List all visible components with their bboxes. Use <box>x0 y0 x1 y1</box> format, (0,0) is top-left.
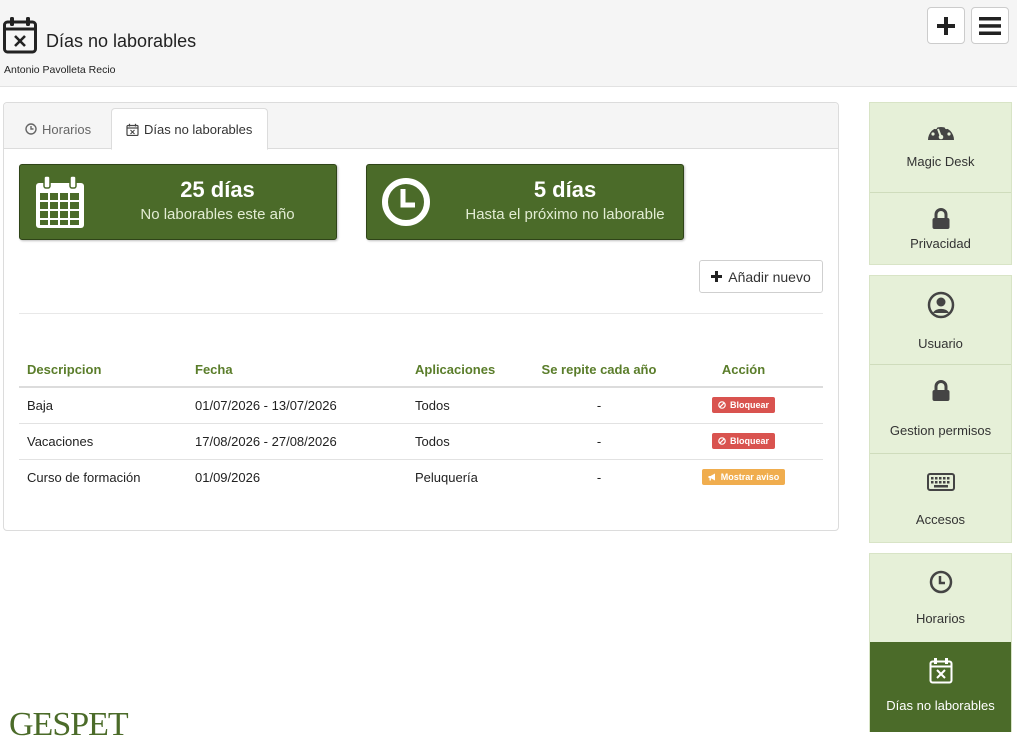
calendar-x-icon <box>3 17 37 54</box>
divider <box>19 313 823 314</box>
cell-descripcion: Vacaciones <box>19 423 187 460</box>
sidebar-item-accesos[interactable]: Accesos <box>870 454 1011 543</box>
ban-icon <box>718 401 726 410</box>
stat-card-proximo: 5 días Hasta el próximo no laborable <box>366 164 684 240</box>
stat-value: 5 días <box>533 177 597 202</box>
keyboard-icon <box>926 473 955 491</box>
plus-icon <box>937 16 955 35</box>
sidebar-item-usuario[interactable]: Usuario <box>870 276 1011 364</box>
cell-repite: - <box>534 387 664 424</box>
column-header[interactable]: Se repite cada año <box>534 353 664 388</box>
cell-aplicaciones: Peluquería <box>415 469 478 485</box>
sidebar-item-label: Magic Desk <box>906 154 975 169</box>
block-badge[interactable]: Bloquear <box>711 433 775 449</box>
cell-repite: - <box>596 469 602 485</box>
table-row: Vacaciones 17/08/2026 - 27/08/2026 Todos… <box>19 423 823 460</box>
tab-label: Horarios <box>42 121 92 137</box>
cell-accion: Mostrar aviso <box>664 459 823 495</box>
sidebar-item-label: Usuario <box>918 336 963 351</box>
sidebar-item-label: Horarios <box>915 611 966 626</box>
column-header: Acción <box>664 353 823 388</box>
clock-icon <box>382 178 430 226</box>
sidebar-item-magic-desk[interactable]: Magic Desk <box>870 103 1011 192</box>
tab-label: Días no laborables <box>144 121 253 137</box>
column-header[interactable]: Fecha <box>187 353 407 388</box>
sidebar-item-label: Accesos <box>915 512 966 527</box>
cell-accion: Bloquear <box>664 387 823 424</box>
table-row: Curso de formación 01/09/2026 Peluquería… <box>19 459 823 495</box>
cell-aplicaciones: Todos <box>407 387 534 424</box>
notice-badge[interactable]: Mostrar aviso <box>701 469 786 486</box>
column-header[interactable]: Descripcion <box>19 353 187 388</box>
stat-label: No laborables este año <box>140 206 295 223</box>
sidebar-item-gestion-permisos[interactable]: Gestion permisos <box>870 365 1011 453</box>
plus-icon <box>711 271 723 282</box>
badge-label: Bloquear <box>729 436 769 446</box>
badge-label: Mostrar aviso <box>720 472 780 483</box>
sidebar-item-horarios[interactable]: Horarios <box>870 554 1011 642</box>
sidebar-group-general: Magic Desk Privacidad <box>869 102 1012 265</box>
lock-icon <box>932 208 949 229</box>
block-badge[interactable]: Bloquear <box>711 397 775 414</box>
cell-fecha: 17/08/2026 - 27/08/2026 <box>187 423 407 460</box>
table-header-row: Descripcion Fecha Aplicaciones Se repite… <box>19 353 823 388</box>
table-row: Baja 01/07/2026 - 13/07/2026 Todos - Blo… <box>19 387 823 424</box>
cell-aplicaciones: Todos <box>407 423 534 460</box>
ban-icon <box>718 437 726 445</box>
brand-logo: GESPET <box>9 706 129 743</box>
calendar-icon <box>36 175 84 228</box>
stat-value: 25 días <box>180 177 255 202</box>
cell-descripcion: Curso de formación <box>27 469 141 485</box>
add-new-label: Añadir nuevo <box>728 268 811 285</box>
sidebar-item-label: Gestion permisos <box>889 423 992 438</box>
add-new-button[interactable]: Añadir nuevo <box>699 260 823 293</box>
cell-fecha: 01/09/2026 <box>195 469 261 485</box>
stat-card-no-laborables: 25 días No laborables este año <box>19 164 337 240</box>
calendar-x-icon <box>126 123 139 136</box>
hamburger-menu-icon <box>979 16 1001 35</box>
sidebar-group-schedule: Horarios Días no laborables <box>869 553 1012 732</box>
calendar-x-icon <box>929 658 952 684</box>
sidebar-item-dias-no-laborables[interactable]: Días no laborables <box>870 642 1011 732</box>
cell-descripcion: Baja <box>19 387 187 424</box>
user-circle-icon <box>927 291 954 319</box>
column-header[interactable]: Aplicaciones <box>407 353 534 388</box>
page-title: Días no laborables <box>46 31 197 51</box>
clock-icon <box>25 123 37 135</box>
dashboard-icon <box>927 123 954 140</box>
stat-label: Hasta el próximo no laborable <box>465 206 665 223</box>
clock-icon <box>929 570 952 594</box>
menu-button[interactable] <box>971 7 1009 44</box>
sidebar-item-privacidad[interactable]: Privacidad <box>870 193 1011 265</box>
sidebar-item-label: Días no laborables <box>886 698 995 713</box>
tab-dias-no-laborables[interactable]: Días no laborables <box>111 108 268 150</box>
add-button[interactable] <box>927 7 965 44</box>
sidebar-group-user: Usuario Gestion permisos Accesos <box>869 275 1012 543</box>
sidebar-item-label: Privacidad <box>910 236 971 251</box>
cell-repite: - <box>534 423 664 460</box>
non-working-days-table: Descripcion Fecha Aplicaciones Se repite… <box>19 353 823 495</box>
user-name: Antonio Pavolleta Recio <box>4 64 116 76</box>
page-header: Días no laborables Antonio Pavolleta Rec… <box>0 0 1017 87</box>
tab-horarios[interactable]: Horarios <box>11 108 105 150</box>
megaphone-icon <box>708 473 715 481</box>
badge-label: Bloquear <box>729 400 769 411</box>
cell-accion: Bloquear <box>664 423 823 460</box>
cell-fecha: 01/07/2026 - 13/07/2026 <box>187 387 407 424</box>
tab-bar: Horarios Días no laborables <box>4 103 838 150</box>
main-panel: Horarios Días no laborables 25 días No l… <box>3 102 839 531</box>
lock-icon <box>932 380 949 401</box>
